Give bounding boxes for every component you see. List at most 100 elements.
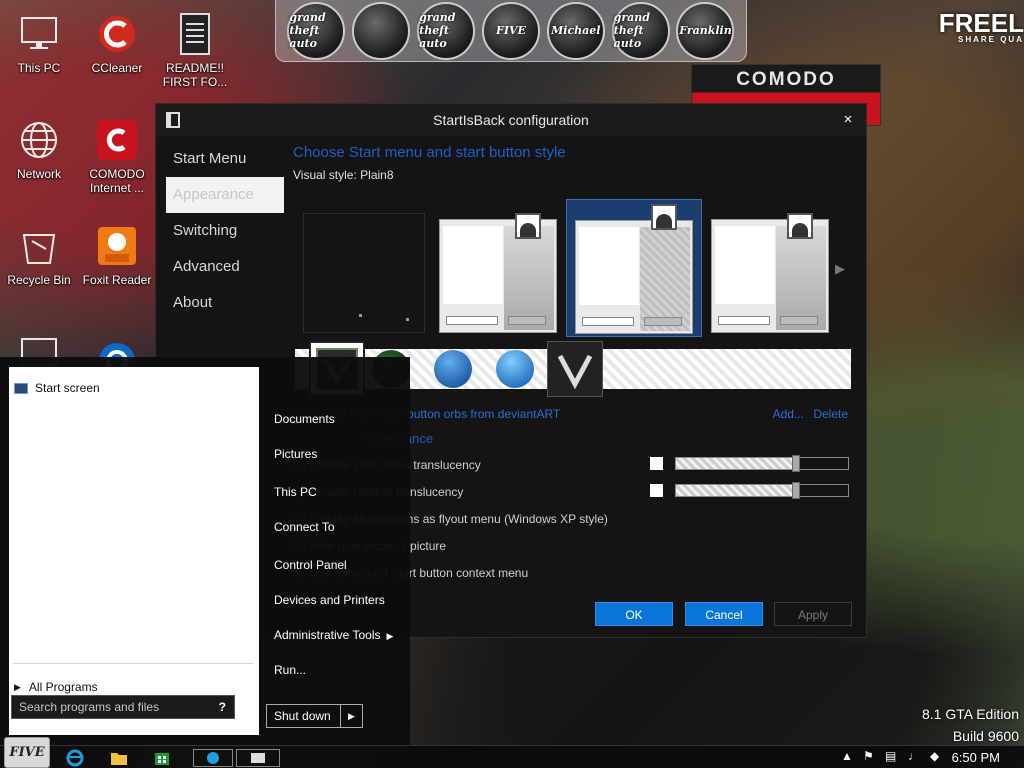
taskbar-color-swatch[interactable] [650, 484, 663, 497]
window-titlebar[interactable]: StartIsBack configuration × [156, 104, 866, 136]
slider-thumb[interactable] [792, 482, 801, 499]
slider-fill [676, 485, 797, 496]
skype-icon[interactable] [193, 749, 233, 767]
desktop-icon-this-pc[interactable]: This PC [0, 10, 78, 75]
all-programs-item[interactable]: ▶ All Programs [14, 680, 98, 694]
preview-button [508, 316, 546, 325]
ok-button[interactable]: OK [595, 602, 673, 626]
window-thumbnail-icon[interactable] [236, 749, 280, 767]
desktop-icon-label: Recycle Bin [7, 273, 71, 287]
side-nav: Start Menu Appearance Switching Advanced… [166, 141, 284, 321]
desktop-icon-readme[interactable]: README!! FIRST FO... [156, 10, 234, 89]
slider-thumb[interactable] [792, 455, 801, 472]
comodo-banner-text: COMODO [736, 69, 836, 90]
thumb-dot [406, 318, 409, 321]
foxit-reader-icon [93, 222, 141, 270]
orb-windows-8[interactable] [425, 341, 481, 397]
brand-text: FREEL [938, 8, 1024, 38]
nav-about[interactable]: About [166, 285, 284, 321]
shutdown-control: Shut down ▶ [266, 704, 363, 728]
user-picture-icon [651, 204, 677, 230]
style-thumb-blank[interactable] [303, 213, 425, 333]
gta-dock: grand theft auto grand theft auto FIVE M… [275, 0, 747, 62]
shutdown-options-arrow-icon[interactable]: ▶ [340, 705, 362, 727]
style-thumb-plain-light[interactable] [439, 213, 561, 333]
style-thumb-plain8-selected[interactable] [566, 199, 702, 337]
start-menu-translucency-slider[interactable] [675, 455, 849, 472]
store-icon[interactable] [148, 749, 176, 767]
edition-line-1: 8.1 GTA Edition [921, 706, 1019, 722]
action-center-flag-icon[interactable]: ⚑ [863, 749, 874, 763]
nav-switching[interactable]: Switching [166, 213, 284, 249]
start-item-admin-tools[interactable]: Administrative Tools ▶ [274, 628, 393, 642]
taskbar-translucency-slider[interactable] [675, 482, 849, 499]
desktop-icon-ccleaner[interactable]: CCleaner [78, 10, 156, 75]
close-button[interactable]: × [838, 104, 858, 136]
cancel-button[interactable]: Cancel [685, 602, 763, 626]
recycle-bin-icon [15, 222, 63, 270]
delete-orb-link[interactable]: Delete [813, 407, 848, 421]
internet-explorer-icon[interactable] [61, 749, 89, 767]
network-status-icon[interactable]: ▤ [885, 749, 896, 763]
divider [13, 663, 253, 664]
file-explorer-icon[interactable] [105, 749, 133, 767]
dock-item-five[interactable]: FIVE [481, 1, 540, 60]
start-item-devices-printers[interactable]: Devices and Printers [274, 593, 385, 607]
orb-gta-five[interactable] [547, 341, 603, 397]
preview-left-pane [715, 226, 775, 304]
search-input[interactable]: Search programs and files ? [11, 695, 235, 719]
start-menu-left-pane: Start screen ▶ All Programs [9, 367, 259, 735]
comodo-icon [93, 116, 141, 164]
start-item-connect-to[interactable]: Connect To [274, 520, 335, 534]
scroll-right-icon[interactable]: ▶ [835, 261, 845, 277]
dock-item-gta[interactable]: grand theft auto [287, 1, 346, 60]
desktop-icon-recycle-bin[interactable]: Recycle Bin [0, 222, 78, 287]
shutdown-button[interactable]: Shut down [267, 705, 340, 727]
start-item-this-pc[interactable]: This PC [274, 485, 317, 499]
preview-button [780, 316, 818, 325]
start-item-control-panel[interactable]: Control Panel [274, 558, 347, 572]
add-orb-link[interactable]: Add... [773, 407, 804, 421]
desktop-icon-foxit-reader[interactable]: Foxit Reader [78, 222, 156, 287]
visual-style-value: Plain8 [360, 168, 394, 182]
start-button[interactable]: FIVE [4, 737, 50, 768]
tray-overflow-icon[interactable]: ▲ [841, 749, 853, 763]
orb-actions: Add... Delete [767, 407, 848, 421]
dock-item-gta-characters[interactable] [352, 1, 411, 60]
monitor-icon [15, 10, 63, 58]
dock-item-gta-2[interactable]: grand theft auto [417, 1, 476, 60]
orb-windows-7[interactable] [487, 341, 543, 397]
nav-appearance[interactable]: Appearance [166, 177, 284, 213]
style-thumb-plain-gradient[interactable] [711, 213, 833, 333]
five-orb-icon [557, 354, 593, 390]
start-menu: Start screen ▶ All Programs Search progr… [0, 357, 410, 745]
start-item-pictures[interactable]: Pictures [274, 447, 317, 461]
volume-icon[interactable]: ♩ [908, 749, 920, 763]
start-screen-item[interactable]: Start screen [14, 381, 100, 395]
nav-start-menu[interactable]: Start Menu [166, 141, 284, 177]
start-menu-color-swatch[interactable] [650, 457, 663, 470]
apply-button[interactable]: Apply [774, 602, 852, 626]
desktop-icon-label: README!! FIRST FO... [162, 61, 228, 89]
desktop-icon-comodo[interactable]: COMODO Internet ... [78, 116, 156, 195]
start-screen-label: Start screen [35, 381, 100, 395]
dock-item-franklin[interactable]: Franklin [676, 1, 735, 60]
desktop-icon-network[interactable]: Network [0, 116, 78, 181]
windows-orb-icon [434, 350, 472, 388]
search-icon[interactable]: ? [219, 696, 226, 718]
start-item-documents[interactable]: Documents [274, 412, 335, 426]
dock-item-gta-3[interactable]: grand theft auto [611, 1, 670, 60]
taskbar-clock[interactable]: 6:50 PM [952, 750, 1000, 765]
desktop-icon-label: This PC [17, 61, 61, 75]
search-placeholder: Search programs and files [19, 700, 160, 714]
dock-item-michael[interactable]: Michael [546, 1, 605, 60]
text-document-icon [171, 10, 219, 58]
start-item-run[interactable]: Run... [274, 663, 306, 677]
shield-icon[interactable]: ◆ [930, 749, 939, 763]
preview-search [582, 317, 634, 326]
chevron-right-icon: ▶ [386, 631, 394, 641]
style-heading: Choose Start menu and start button style [293, 144, 566, 161]
user-picture-icon [787, 213, 813, 239]
nav-advanced[interactable]: Advanced [166, 249, 284, 285]
slider-fill [676, 458, 797, 469]
